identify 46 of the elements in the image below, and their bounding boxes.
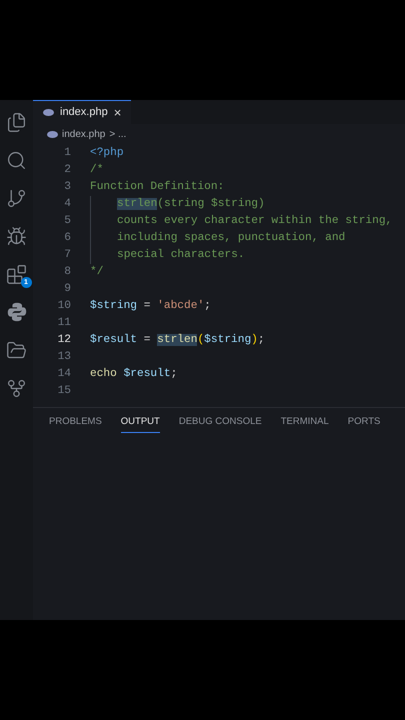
breadcrumb-item[interactable]: index.php bbox=[62, 126, 106, 142]
panel-tab[interactable]: DEBUG CONSOLE bbox=[178, 415, 262, 434]
code-line: Function Definition: bbox=[90, 180, 224, 196]
line-number: 3 bbox=[63, 180, 71, 196]
line-number: 13 bbox=[56, 350, 71, 366]
code-line: including spaces, punctuation, and bbox=[117, 230, 346, 246]
breadcrumb-item[interactable]: > ... bbox=[109, 126, 126, 142]
php-file-icon bbox=[47, 130, 58, 138]
extensions-icon[interactable] bbox=[6, 264, 27, 284]
code-line: strlen(string $string) bbox=[117, 196, 265, 212]
line-number: 5 bbox=[63, 214, 71, 230]
panel-tab[interactable]: OUTPUT bbox=[120, 415, 160, 434]
line-number: 7 bbox=[63, 248, 71, 264]
code-line: echo $result; bbox=[90, 366, 178, 382]
line-number: 6 bbox=[63, 231, 71, 246]
line-number: 2 bbox=[63, 163, 71, 178]
line-number: 14 bbox=[56, 367, 71, 382]
code-line: $string = 'abcde'; bbox=[90, 298, 211, 314]
python-icon[interactable] bbox=[6, 301, 28, 323]
code-line: */ bbox=[90, 264, 104, 280]
bug-icon[interactable] bbox=[6, 226, 27, 246]
panel-tab[interactable]: PORTS bbox=[348, 415, 380, 434]
line-number: 12 bbox=[56, 333, 71, 348]
line-number: 15 bbox=[56, 384, 71, 400]
panel-tab[interactable]: PROBLEMS bbox=[49, 415, 102, 434]
line-number: 8 bbox=[63, 265, 71, 280]
line-number: 1 bbox=[63, 146, 71, 162]
tab-label: index.php bbox=[60, 105, 108, 120]
line-number: 9 bbox=[63, 282, 71, 298]
code-line: special characters. bbox=[117, 248, 245, 264]
branch-icon[interactable] bbox=[6, 188, 27, 208]
php-file-icon bbox=[43, 109, 54, 116]
code-line: $result = strlen($string); bbox=[90, 332, 265, 348]
close-button[interactable]: × bbox=[114, 106, 122, 119]
panel-tab[interactable]: TERMINAL bbox=[280, 415, 329, 434]
fork-icon[interactable] bbox=[6, 378, 27, 398]
line-number: 4 bbox=[63, 197, 71, 212]
code-line: /* bbox=[90, 162, 104, 178]
code-line: <?php bbox=[90, 146, 124, 162]
editor-tab[interactable]: index.php × bbox=[33, 100, 132, 124]
search-icon[interactable] bbox=[6, 150, 27, 170]
files-icon[interactable] bbox=[6, 112, 27, 132]
line-number: 11 bbox=[56, 316, 71, 332]
code-line: counts every character within the string, bbox=[117, 214, 392, 230]
line-number: 10 bbox=[56, 299, 71, 314]
folder-icon[interactable] bbox=[6, 340, 27, 360]
